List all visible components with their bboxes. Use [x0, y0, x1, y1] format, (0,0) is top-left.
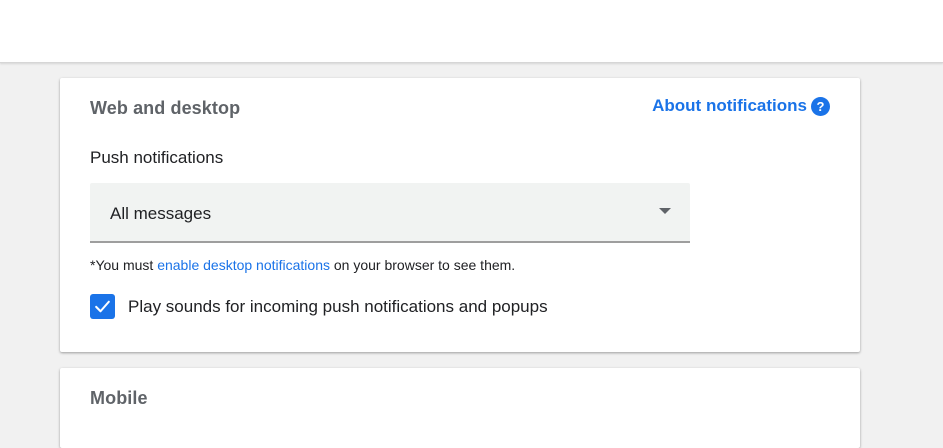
chevron-down-icon[interactable] — [659, 208, 671, 214]
push-notifications-label: Push notifications — [90, 148, 224, 167]
top-bar — [0, 0, 943, 63]
about-notifications-label: About notifications — [652, 96, 807, 115]
play-sounds-checkbox[interactable] — [90, 294, 115, 319]
section-title-mobile: Mobile — [90, 388, 148, 408]
play-sounds-row[interactable]: Play sounds for incoming push notificati… — [90, 294, 548, 319]
play-sounds-label: Play sounds for incoming push notificati… — [128, 296, 548, 316]
desktop-notifications-note: *You must enable desktop notifications o… — [90, 257, 515, 273]
note-suffix: on your browser to see them. — [330, 257, 516, 273]
help-circle-icon[interactable]: ? — [811, 96, 830, 116]
mobile-card: Mobile — [60, 368, 860, 448]
note-prefix: *You must — [90, 257, 158, 273]
select-value: All messages — [110, 204, 212, 223]
enable-desktop-notifications-link[interactable]: enable desktop notifications — [157, 257, 330, 273]
web-desktop-card: Web and desktop About notifications ? Pu… — [60, 78, 860, 352]
section-title-web: Web and desktop — [90, 98, 241, 118]
checkmark-icon — [95, 300, 110, 313]
push-notifications-select[interactable]: All messages — [90, 183, 690, 243]
about-notifications-link[interactable]: About notifications ? — [652, 96, 830, 116]
